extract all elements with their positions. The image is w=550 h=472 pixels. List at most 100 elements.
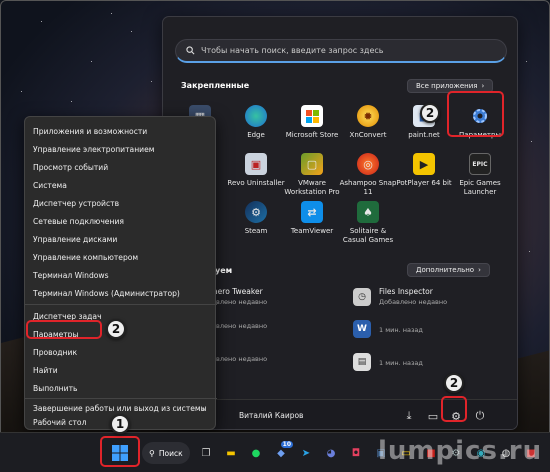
menu-item-explorer[interactable]: Проводник	[33, 343, 209, 361]
menu-label: Управление дисками	[33, 234, 118, 244]
search-icon: ⚲	[149, 448, 155, 458]
app-label: paint.net	[408, 131, 440, 139]
pinned-app-edge[interactable]: Edge	[227, 105, 285, 140]
store-icon	[301, 105, 323, 127]
menu-item-apps-features[interactable]: Приложения и возможности	[33, 122, 209, 140]
menu-label: Управление компьютером	[33, 252, 139, 262]
pinned-app-xnconvert[interactable]: ✹ XnConvert	[339, 105, 397, 140]
user-name[interactable]: Виталий Каиров	[239, 411, 303, 420]
pinned-app-revo[interactable]: ▣ Revo Uninstaller	[227, 153, 285, 188]
step-badge-1: 1	[110, 414, 130, 434]
pinned-app-solitaire[interactable]: ♠ Solitaire & Casual Games	[339, 201, 397, 245]
edge-icon	[245, 105, 267, 127]
menu-label: Терминал Windows (Администратор)	[33, 288, 180, 298]
step-badge-2: 2	[420, 103, 440, 123]
file-explorer-icon[interactable]: ▬	[219, 441, 243, 465]
pinned-app-teamviewer[interactable]: ⇄ TeamViewer	[283, 201, 341, 236]
app-label: Ashampoo Snap 11	[339, 179, 397, 196]
menu-label: Просмотр событий	[33, 162, 109, 172]
folder-icon[interactable]: ▭	[425, 408, 441, 424]
chevron-right-icon: ›	[481, 82, 485, 90]
app-label: TeamViewer	[290, 227, 334, 235]
teamviewer-icon: ⇄	[301, 201, 323, 223]
menu-item-device-manager[interactable]: Диспетчер устройств	[33, 194, 209, 212]
search-box[interactable]: Чтобы начать поиск, введите запрос здесь	[175, 39, 507, 63]
app-label: Epic Games Launcher	[459, 179, 501, 196]
task-view-icon[interactable]: ❐	[194, 441, 218, 465]
app-label: Microsoft Store	[285, 131, 339, 139]
instagram-icon[interactable]: ◘	[344, 441, 368, 465]
menu-item-search[interactable]: Найти	[33, 361, 209, 379]
solitaire-icon: ♠	[357, 201, 379, 223]
menu-item-event-viewer[interactable]: Просмотр событий	[33, 158, 209, 176]
app-label: Edge	[247, 131, 265, 139]
recommended-item[interactable]: ◷ Files Inspector Добавлено недавно	[353, 287, 447, 306]
taskbar-search[interactable]: ⚲ Поиск	[142, 442, 190, 464]
ashampoo-icon: ◎	[357, 153, 379, 175]
menu-label: Завершение работы или выход из системы	[33, 403, 207, 413]
menu-label: Выполнить	[33, 383, 78, 393]
vmware-icon: ▢	[301, 153, 323, 175]
pinned-app-vmware[interactable]: ▢ VMware Workstation Pro	[283, 153, 341, 197]
chevron-right-icon: ›	[201, 403, 205, 413]
search-placeholder: Чтобы начать поиск, введите запрос здесь	[201, 46, 384, 55]
pinned-app-ashampoo[interactable]: ◎ Ashampoo Snap 11	[339, 153, 397, 197]
all-apps-label: Все приложения	[416, 82, 478, 90]
epic-icon: EPIC	[469, 153, 491, 175]
xnconvert-icon: ✹	[357, 105, 379, 127]
menu-divider	[25, 304, 217, 305]
app-label: XnConvert	[349, 131, 387, 139]
menu-item-system[interactable]: Система	[33, 176, 209, 194]
chat-icon[interactable]: ◆ 10	[269, 441, 293, 465]
menu-label: Приложения и возможности	[33, 126, 148, 136]
highlight-settings-menu-item	[26, 320, 102, 339]
menu-item-network[interactable]: Сетевые подключения	[33, 212, 209, 230]
menu-item-run[interactable]: Выполнить	[33, 379, 209, 397]
pinned-app-potplayer[interactable]: ▶ PotPlayer 64 bit	[395, 153, 453, 188]
download-icon[interactable]: ⤓	[401, 408, 417, 424]
menu-item-terminal[interactable]: Терминал Windows	[33, 266, 209, 284]
app-label: Solitaire & Casual Games	[342, 227, 394, 244]
menu-label: Сетевые подключения	[33, 216, 124, 226]
step-badge-2: 2	[444, 373, 464, 393]
menu-label: Проводник	[33, 347, 78, 357]
chevron-right-icon: ›	[478, 266, 481, 274]
menu-label: Найти	[33, 365, 58, 375]
watermark: lumpics.ru	[378, 436, 543, 466]
word-icon: W	[353, 320, 371, 338]
menu-item-terminal-admin[interactable]: Терминал Windows (Администратор)	[33, 284, 209, 302]
app-label: Steam	[244, 227, 268, 235]
app-label: VMware Workstation Pro	[284, 179, 340, 196]
telegram-icon[interactable]: ➤	[294, 441, 318, 465]
recommended-item[interactable]: ▤ 1 мин. назад	[353, 353, 423, 371]
menu-item-computer-management[interactable]: Управление компьютером	[33, 248, 209, 266]
menu-label: Рабочий стол	[33, 417, 87, 427]
item-time: Добавлено недавно	[379, 298, 448, 306]
menu-label: Система	[33, 180, 67, 190]
pinned-app-store[interactable]: Microsoft Store	[283, 105, 341, 140]
steam-icon: ⚙	[245, 201, 267, 223]
menu-label: Диспетчер устройств	[33, 198, 120, 208]
highlight-start-button	[100, 436, 140, 467]
taskbar-search-label: Поиск	[158, 448, 183, 458]
menu-item-power-options[interactable]: Управление электропитанием	[33, 140, 209, 158]
notification-badge: 10	[280, 441, 293, 448]
item-time: 1 мин. назад	[379, 359, 423, 367]
more-label: Дополнительно	[416, 266, 475, 274]
menu-label: Управление электропитанием	[33, 144, 155, 154]
spotify-icon[interactable]: ●	[244, 441, 268, 465]
pinned-app-epic[interactable]: EPIC Epic Games Launcher	[451, 153, 509, 197]
step-badge-2: 2	[106, 319, 126, 339]
app-label: Revo Uninstaller	[227, 179, 285, 187]
discord-icon[interactable]: ◕	[319, 441, 343, 465]
search-icon	[186, 46, 195, 55]
app-label: PotPlayer 64 bit	[396, 179, 452, 187]
power-icon[interactable]: ⏻	[472, 408, 488, 424]
recommended-item[interactable]: W 1 мин. назад	[353, 320, 423, 338]
item-time: 1 мин. назад	[379, 326, 423, 334]
more-button[interactable]: Дополнительно ›	[407, 263, 490, 277]
item-name: Files Inspector	[379, 287, 433, 296]
menu-item-disk-management[interactable]: Управление дисками	[33, 230, 209, 248]
potplayer-icon: ▶	[413, 153, 435, 175]
pinned-app-steam[interactable]: ⚙ Steam	[227, 201, 285, 236]
